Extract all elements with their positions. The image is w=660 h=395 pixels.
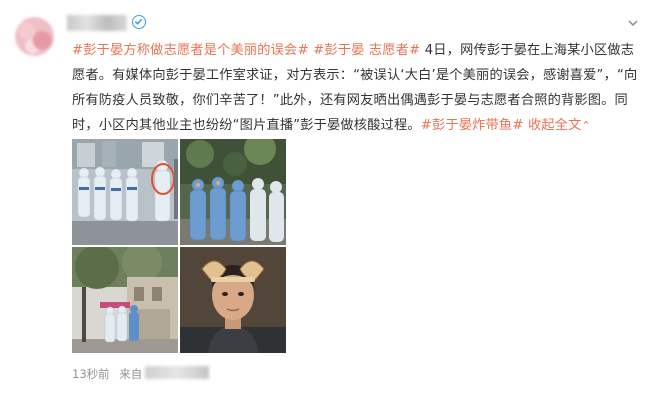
- photo-volunteers-group-1[interactable]: [72, 139, 178, 245]
- collapse-text-link[interactable]: 收起全文: [524, 118, 582, 133]
- source-label: 来自: [119, 367, 143, 381]
- post-source[interactable]: [145, 366, 209, 379]
- verified-badge-icon: [132, 15, 146, 29]
- avatar[interactable]: [15, 17, 54, 56]
- hashtag-link[interactable]: #彭于晏方称做志愿者是个美丽的误会#: [72, 43, 309, 58]
- hashtag-link[interactable]: #彭于晏炸带鱼#: [421, 118, 524, 133]
- post-meta: 13秒前 来自: [72, 366, 142, 382]
- post-time: 13秒前: [72, 367, 110, 381]
- chevron-up-icon[interactable]: ⌃: [582, 119, 591, 132]
- hashtag-link[interactable]: #彭于晏 志愿者#: [309, 43, 421, 58]
- post-menu-chevron-icon[interactable]: [626, 15, 640, 29]
- photo-portrait[interactable]: [180, 247, 286, 353]
- photo-building-entrance[interactable]: [72, 247, 178, 353]
- post-text: #彭于晏方称做志愿者是个美丽的误会# #彭于晏 志愿者# 4日，网传彭于晏在上海…: [72, 38, 647, 138]
- photo-volunteers-group-2[interactable]: [180, 139, 286, 245]
- author-name[interactable]: [67, 15, 127, 31]
